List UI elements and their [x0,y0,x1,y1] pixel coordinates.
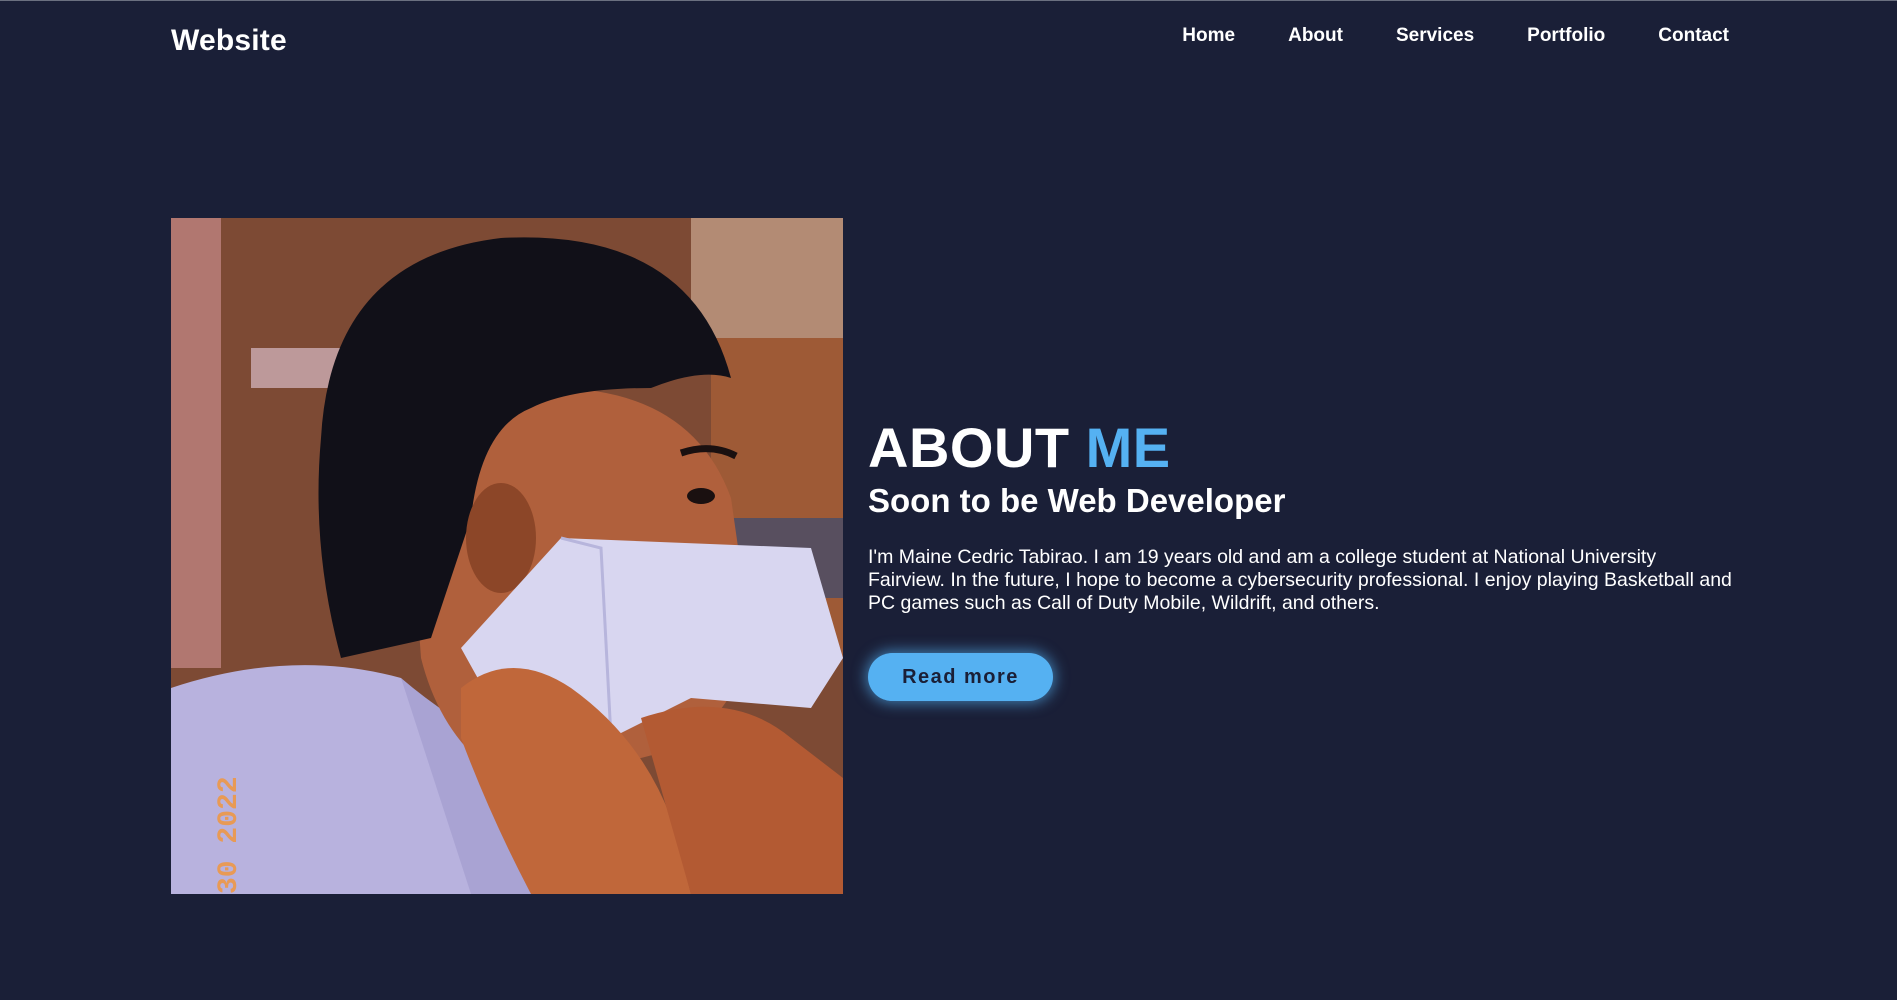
nav-services[interactable]: Services [1396,25,1474,47]
read-more-button[interactable]: Read more [868,653,1053,701]
about-subtitle: Soon to be Web Developer [868,482,1286,519]
site-header: Website Home About Services Portfolio Co… [0,0,1897,90]
about-section: ABOUT ME Soon to be Web Developer I'm Ma… [868,415,1738,701]
about-title-accent: ME [1085,416,1171,479]
nav-about[interactable]: About [1288,25,1343,47]
site-logo[interactable]: Website [171,24,287,58]
main-nav: Home About Services Portfolio Contact [1182,25,1729,47]
profile-photo: 30 2022 [171,218,843,894]
nav-home[interactable]: Home [1182,25,1235,47]
about-title: ABOUT ME [868,415,1738,481]
about-bio: I'm Maine Cedric Tabirao. I am 19 years … [868,546,1732,614]
photo-date-stamp: 30 2022 [214,776,245,894]
about-title-main: ABOUT [868,416,1086,479]
nav-portfolio[interactable]: Portfolio [1527,25,1605,47]
nav-contact[interactable]: Contact [1658,25,1729,47]
